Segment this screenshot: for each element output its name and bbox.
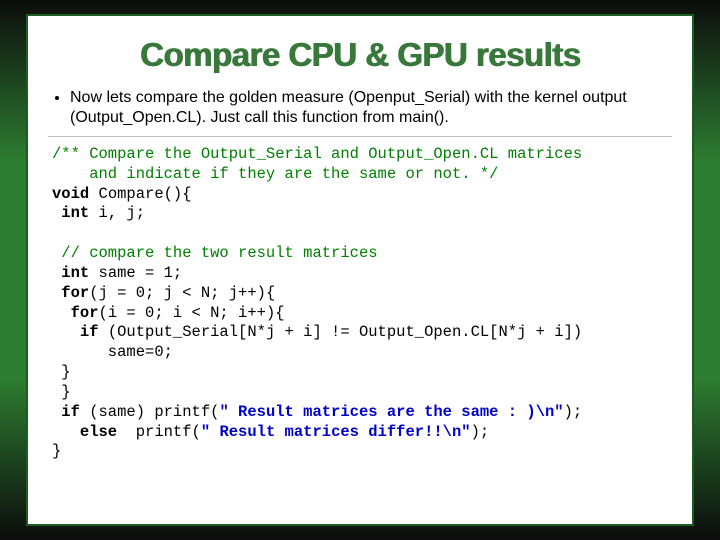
- bullet-item: Now lets compare the golden measure (Ope…: [70, 88, 672, 128]
- bullet-list: Now lets compare the golden measure (Ope…: [70, 88, 672, 128]
- code-string: " Result matrices are the same : )\n": [219, 403, 563, 421]
- code-text: }: [52, 363, 71, 381]
- code-keyword: int: [52, 204, 89, 222]
- code-keyword: int: [52, 264, 89, 282]
- slide-title: Compare CPU & GPU results: [48, 36, 672, 74]
- code-comment: and indicate if they are the same or not…: [52, 165, 498, 183]
- slide: Compare CPU & GPU results Now lets compa…: [0, 0, 720, 540]
- code-text: (i = 0; i < N; i++){: [99, 304, 285, 322]
- code-keyword: if: [52, 403, 80, 421]
- code-text: (Output_Serial[N*j + i] != Output_Open.C…: [99, 323, 583, 341]
- code-text: same=0;: [52, 343, 173, 361]
- code-text: same = 1;: [89, 264, 182, 282]
- code-text: (same) printf(: [80, 403, 220, 421]
- code-text: (j = 0; j < N; j++){: [89, 284, 275, 302]
- code-text: printf(: [117, 423, 201, 441]
- code-keyword: if: [52, 323, 99, 341]
- code-text: i, j;: [89, 204, 145, 222]
- code-comment: /** Compare the Output_Serial and Output…: [52, 145, 582, 163]
- code-text: );: [471, 423, 490, 441]
- code-string: " Result matrices differ!!\n": [201, 423, 471, 441]
- code-text: Compare(){: [89, 185, 191, 203]
- code-keyword: void: [52, 185, 89, 203]
- code-keyword: else: [52, 423, 117, 441]
- code-keyword: for: [52, 304, 99, 322]
- code-block: /** Compare the Output_Serial and Output…: [48, 136, 672, 462]
- code-keyword: for: [52, 284, 89, 302]
- code-text: }: [52, 383, 71, 401]
- code-comment: // compare the two result matrices: [52, 244, 378, 262]
- slide-inner: Compare CPU & GPU results Now lets compa…: [26, 14, 694, 526]
- code-text: );: [564, 403, 583, 421]
- code-text: }: [52, 442, 61, 460]
